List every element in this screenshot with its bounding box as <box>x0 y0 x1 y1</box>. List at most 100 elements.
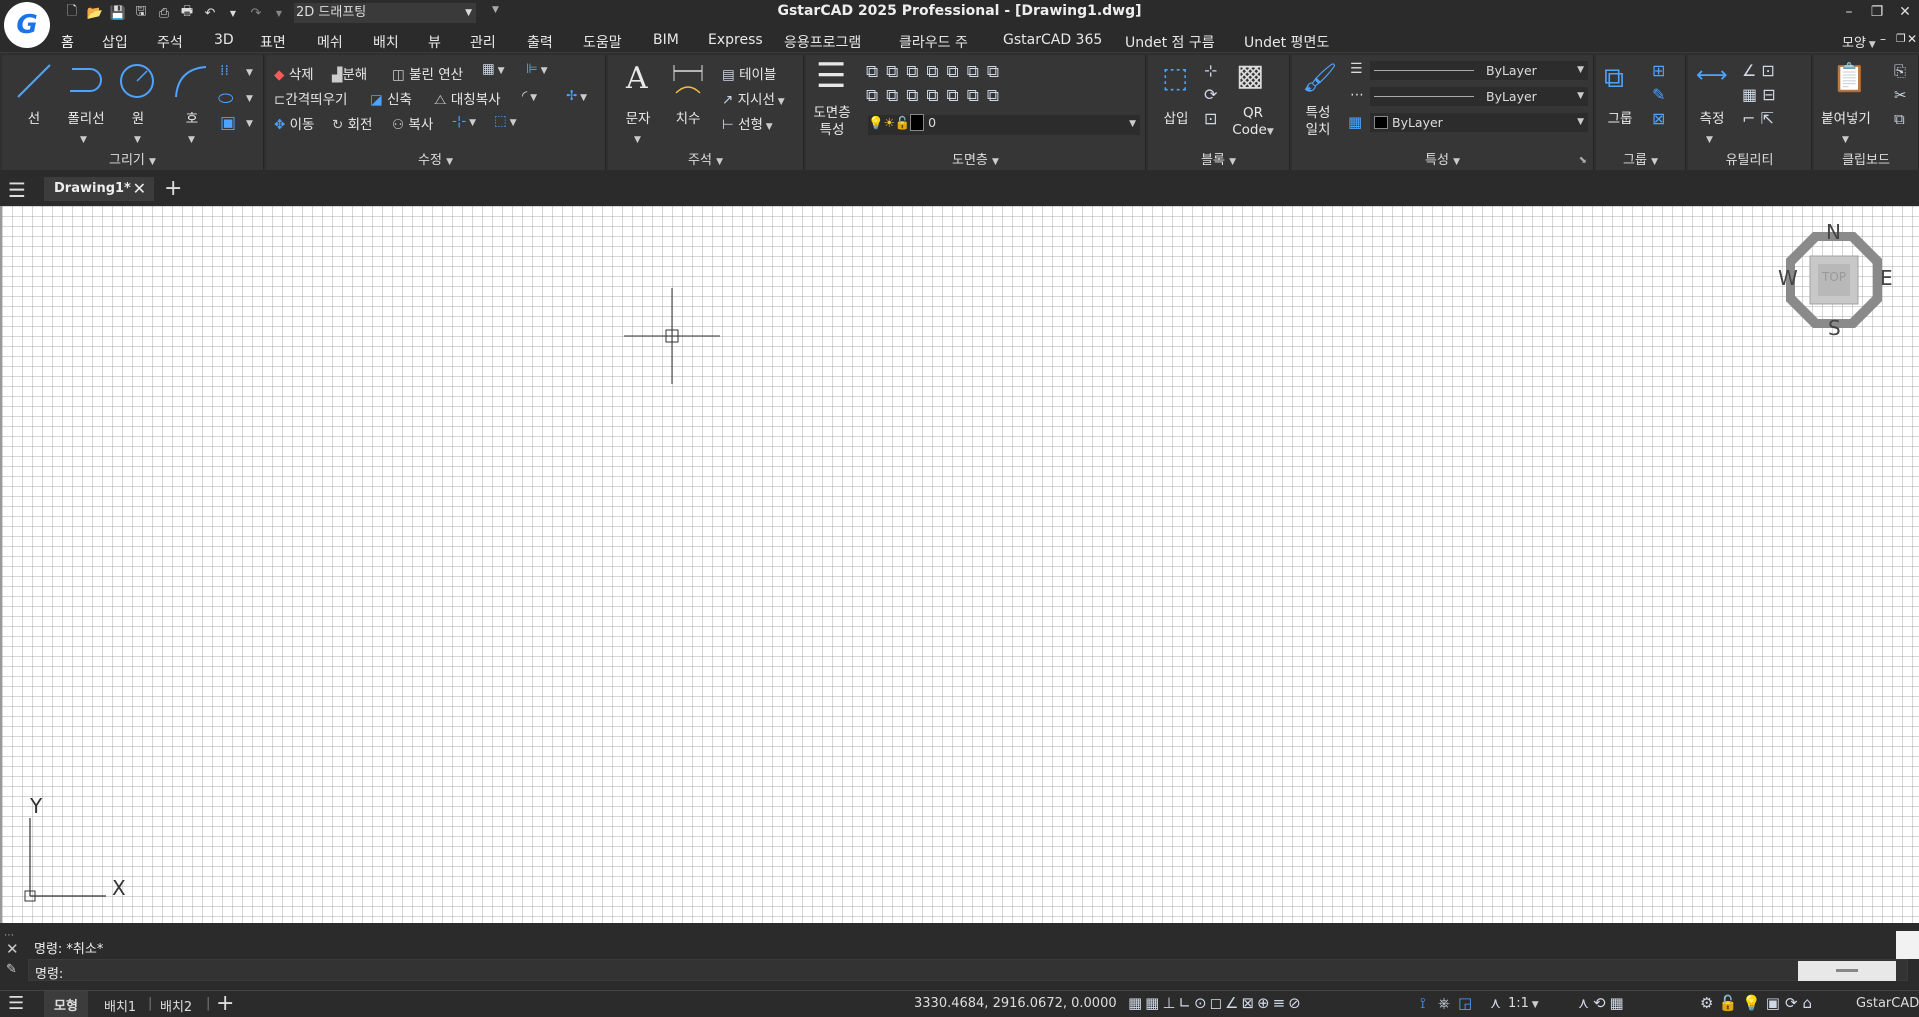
customize-toolbar-icon[interactable]: ▼ <box>492 5 499 15</box>
boolean-button[interactable]: ◫ 불린 연산 <box>392 63 463 83</box>
offset-button[interactable]: ⊏간격띄우기 <box>274 88 347 108</box>
match-properties-icon[interactable]: 🖌 <box>1302 61 1338 94</box>
block-tools-icons[interactable]: ⊹ ⟳ ⊡ <box>1204 59 1217 131</box>
text-button[interactable]: 문자 <box>620 107 656 127</box>
line-button[interactable]: 선 <box>16 107 52 127</box>
menu-layout[interactable]: 배치 <box>373 32 399 52</box>
polyline-icon[interactable] <box>64 61 104 101</box>
modify-panel-title[interactable]: 수정 ▼ <box>266 149 605 168</box>
lineweight-select[interactable]: ByLayer ▼ <box>1370 61 1588 80</box>
menu-annotate[interactable]: 주석 <box>157 32 183 52</box>
circle-button[interactable]: 원 <box>120 107 156 127</box>
linear-dim-button[interactable]: ⊢ 선형 ▼ <box>722 113 773 133</box>
draw-panel-title[interactable]: 그리기 ▼ <box>2 149 263 168</box>
command-scrollbar[interactable] <box>1798 961 1896 981</box>
ellipse-icon[interactable]: ⬭ <box>218 88 233 109</box>
doc-minimize-icon[interactable]: – <box>1880 32 1886 46</box>
viewcube[interactable]: TOP N S W E <box>1778 220 1893 340</box>
paste-icon[interactable]: 📋 <box>1832 61 1867 94</box>
new-file-icon[interactable]: 🗋 <box>64 4 80 21</box>
menu-insert[interactable]: 삽입 <box>102 32 128 52</box>
linetype-select[interactable]: ByLayer ▼ <box>1370 87 1588 106</box>
leader-button[interactable]: ↗ 지시선 ▼ <box>722 88 785 108</box>
mirror-button[interactable]: ⧍ 대칭복사 <box>434 88 501 108</box>
workspace-icon[interactable]: ⎈ <box>1438 994 1450 1012</box>
doc-close-icon[interactable]: ✕ <box>1907 32 1917 46</box>
menu-undet-pointcloud[interactable]: Undet 점 구름 <box>1125 32 1215 52</box>
fillet-icon[interactable]: ◜ ▼ <box>522 88 537 104</box>
dimension-icon[interactable] <box>670 63 706 99</box>
doc-restore-icon[interactable]: ❐ <box>1896 32 1906 45</box>
undo-dropdown-icon[interactable]: ▼ <box>225 5 241 21</box>
menu-express[interactable]: Express <box>708 32 763 48</box>
annotation-scale-icon[interactable]: ⋏ <box>1490 994 1501 1012</box>
minimize-button[interactable]: – <box>1835 0 1863 24</box>
stretch-button[interactable]: ◪ 신축 <box>370 88 412 108</box>
viewcube-east[interactable]: E <box>1880 266 1893 290</box>
properties-panel-title[interactable]: 특성 ▼ <box>1292 149 1593 168</box>
close-button[interactable]: ✕ <box>1891 0 1919 24</box>
panel-launcher-icon[interactable]: ⬊ <box>1579 155 1587 166</box>
layer-select[interactable]: 💡☀🔓■ 0 ▼ <box>868 114 1140 135</box>
menu-surface[interactable]: 표면 <box>260 32 286 52</box>
chevron-down-icon[interactable]: ▼ <box>246 119 253 129</box>
copy-button[interactable]: ⚇ 복사 <box>392 113 433 133</box>
utility-tools-icons[interactable]: ∠ ⊡ ▦ ⊟ ⌐ ⇱ <box>1742 59 1776 131</box>
menu-cloud[interactable]: 클라우드 주 <box>899 32 968 52</box>
annotation-panel-title[interactable]: 주석 ▼ <box>608 149 803 168</box>
group-button[interactable]: 그룹 <box>1600 107 1640 127</box>
tab-layout2[interactable]: 배치2 <box>160 996 192 1015</box>
qr-code-icon[interactable]: ▩ <box>1236 61 1264 91</box>
polyline-button[interactable]: 폴리선 <box>58 107 114 127</box>
explode-button[interactable]: ▟분해 <box>332 63 367 83</box>
hamburger-menu-icon[interactable]: ☰ <box>8 993 24 1014</box>
chevron-down-icon[interactable]: ▼ <box>134 135 141 145</box>
viewcube-face[interactable]: TOP <box>1786 270 1882 284</box>
layer-properties-button[interactable]: 도면층 특성 <box>808 105 856 139</box>
save-icon[interactable]: 💾 <box>110 5 126 21</box>
tab-drawing1[interactable]: Drawing1* ✕ <box>44 177 154 201</box>
qr-code-button[interactable]: QR Code▼ <box>1228 105 1278 141</box>
clipboard-tools-icons[interactable]: ⎘ ✂ ⧉ <box>1894 59 1907 131</box>
block-panel-title[interactable]: 블록 ▼ <box>1148 149 1289 168</box>
tab-model[interactable]: 모형 <box>44 991 88 1017</box>
close-tab-icon[interactable]: ✕ <box>133 179 146 198</box>
color-select[interactable]: ByLayer ▼ <box>1370 113 1588 132</box>
scale-icon[interactable]: ⬚ ▼ <box>494 113 517 129</box>
redo-icon[interactable]: ↷ <box>248 5 264 21</box>
rotate-button[interactable]: ↻ 회전 <box>332 113 372 133</box>
menu-manage[interactable]: 관리 <box>470 32 496 52</box>
menu-bim[interactable]: BIM <box>653 32 679 48</box>
undo-icon[interactable]: ↶ <box>202 5 218 21</box>
break-icon[interactable]: -¦- ▼ <box>452 113 476 129</box>
paste-button[interactable]: 붙여넣기 <box>1814 107 1878 127</box>
align-icon[interactable]: ⊫ ▼ <box>526 61 548 77</box>
dimension-button[interactable]: 치수 <box>670 107 706 127</box>
viewcube-west[interactable]: W <box>1778 266 1798 290</box>
insert-block-button[interactable]: 삽입 <box>1156 107 1196 127</box>
open-folder-icon[interactable]: 📂 <box>87 5 103 21</box>
group-tools-icons[interactable]: ⊞ ✎ ⊠ <box>1652 59 1665 131</box>
menu-undet-floorplan[interactable]: Undet 평면도 <box>1244 32 1329 52</box>
arc-icon[interactable] <box>170 61 210 101</box>
menu-home[interactable]: 홈 <box>61 32 74 52</box>
drawing-canvas[interactable]: TOP N S W E Y X <box>0 206 1919 923</box>
tab-layout1[interactable]: 배치1 <box>104 996 136 1015</box>
chevron-down-icon[interactable]: ▼ <box>188 135 195 145</box>
drafting-toggles[interactable]: ▦▦⊥∟⊙◻∠⊠⊕≡⊘ <box>1128 994 1304 1012</box>
array-icon[interactable]: ▦ ▼ <box>482 61 505 77</box>
text-icon[interactable]: A <box>626 61 648 96</box>
line-icon[interactable] <box>14 61 54 101</box>
table-button[interactable]: ▤ 테이블 <box>722 63 776 83</box>
menu-help[interactable]: 도움말 <box>583 32 622 52</box>
menu-gstarcad365[interactable]: GstarCAD 365 <box>1003 32 1102 48</box>
scale-select[interactable]: 1:1 ▼ <box>1508 996 1539 1011</box>
menu-3d[interactable]: 3D <box>214 32 234 48</box>
menu-view[interactable]: 뷰 <box>428 32 441 52</box>
menu-output[interactable]: 출력 <box>527 32 553 52</box>
workspace-select[interactable]: 2D 드래프팅 ▼ <box>294 3 476 23</box>
redo-dropdown-icon[interactable]: ▼ <box>271 5 287 21</box>
insert-block-icon[interactable]: ⬚ <box>1162 61 1188 94</box>
menu-applications[interactable]: 응용프로그램 <box>784 32 861 52</box>
rectangle-icon[interactable]: ▣ <box>220 113 236 133</box>
